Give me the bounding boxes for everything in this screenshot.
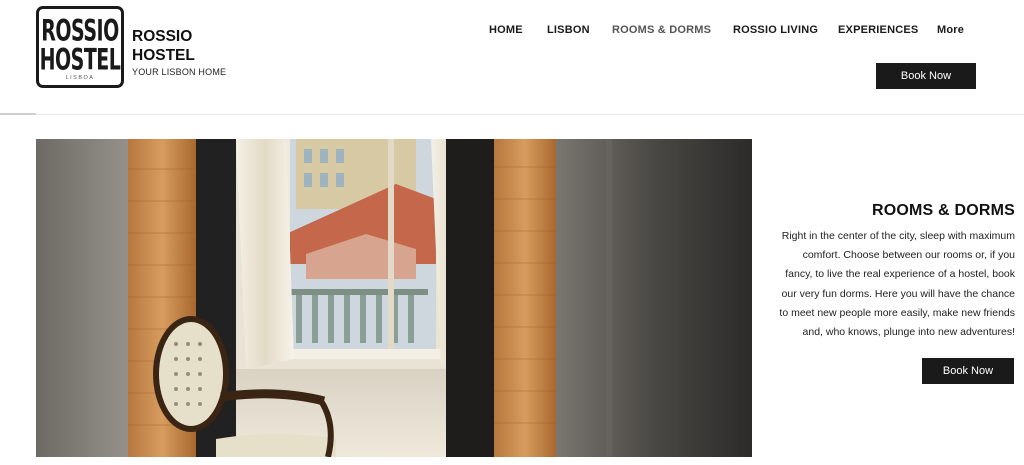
header-book-now-button[interactable]: Book Now <box>876 63 976 89</box>
nav-item-rossio-living[interactable]: ROSSIO LIVING <box>733 24 818 36</box>
site-logo[interactable]: ROSSIO HOSTEL LISBOA <box>36 6 124 88</box>
nav-item-more[interactable]: More <box>937 24 964 36</box>
main-nav: HOME LISBON ROOMS & DORMS ROSSIO LIVING … <box>0 24 1024 38</box>
section-book-now-button[interactable]: Book Now <box>922 358 1014 384</box>
header-accent-line <box>0 113 36 115</box>
section-title: ROOMS & DORMS <box>871 202 1015 219</box>
nav-item-lisbon[interactable]: LISBON <box>547 24 590 36</box>
logo-text-line2: HOSTEL <box>39 43 121 78</box>
logo-subtext: LISBOA <box>65 75 95 81</box>
nav-item-rooms-dorms[interactable]: ROOMS & DORMS <box>612 24 711 36</box>
site-header: ROSSIO HOSTEL LISBOA ROSSIO HOSTEL YOUR … <box>0 0 1024 115</box>
brand-tagline: YOUR LISBON HOME <box>132 67 227 77</box>
hero-room-image <box>36 139 752 457</box>
section-description: Right in the center of the city, sleep w… <box>779 230 1015 339</box>
nav-item-experiences[interactable]: EXPERIENCES <box>838 24 918 36</box>
nav-item-home[interactable]: HOME <box>489 24 523 36</box>
